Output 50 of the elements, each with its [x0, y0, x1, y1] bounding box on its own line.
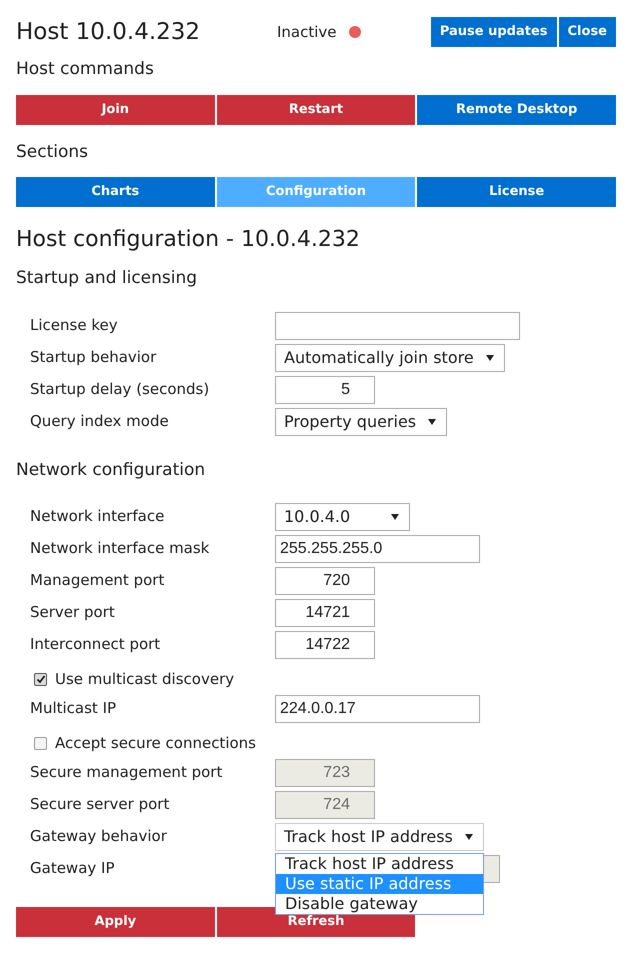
- dropdown-caret-icon: [391, 514, 399, 520]
- dropdown[interactable]: 10.0.4.0: [275, 503, 410, 531]
- field-label: Query index mode: [30, 410, 170, 432]
- field-label: Multicast IP: [30, 698, 118, 719]
- field-label: Interconnect port: [30, 634, 162, 655]
- field-label: Server port: [30, 602, 116, 623]
- field-label: License key: [30, 314, 119, 336]
- field-label: Gateway behavior: [30, 826, 168, 847]
- status-label: Inactive: [277, 22, 337, 43]
- checkbox-label: Accept secure connections: [55, 732, 256, 754]
- section-tab[interactable]: Charts: [16, 177, 215, 207]
- page-heading: Host configuration - 10.0.4.232: [16, 226, 361, 254]
- dropdown-caret-icon: [464, 834, 473, 840]
- action-button[interactable]: Apply: [16, 907, 215, 937]
- number-field[interactable]: 14721: [275, 599, 375, 627]
- number-field[interactable]: 14722: [275, 631, 375, 659]
- checkbox[interactable]: [34, 672, 47, 686]
- text-field[interactable]: [275, 312, 520, 340]
- checkbox[interactable]: [34, 736, 47, 750]
- number-field[interactable]: 5: [275, 376, 375, 404]
- group-heading: Startup and licensing: [16, 267, 198, 290]
- field-label: Secure management port: [30, 762, 224, 783]
- text-field[interactable]: 224.0.0.17: [275, 695, 480, 723]
- dropdown-caret-icon: [486, 354, 494, 360]
- field-label: Gateway IP: [30, 858, 116, 879]
- command-button[interactable]: Remote Desktop: [417, 94, 616, 124]
- header-button[interactable]: Close: [558, 17, 616, 47]
- field-label: Startup behavior: [30, 346, 158, 368]
- section-tab[interactable]: License: [417, 177, 616, 207]
- command-button[interactable]: Restart: [216, 94, 416, 124]
- field-label: Management port: [30, 570, 166, 591]
- command-button[interactable]: Join: [16, 94, 215, 124]
- dropdown[interactable]: Property queries: [275, 408, 448, 436]
- dropdown[interactable]: Automatically join store: [275, 344, 505, 372]
- dropdown[interactable]: Track host IP address: [275, 823, 484, 851]
- dropdown-option[interactable]: Track host IP address: [276, 854, 483, 874]
- page-title: Host 10.0.4.232: [16, 18, 202, 47]
- field-label: Secure server port: [30, 794, 170, 815]
- group-heading: Network configuration: [16, 458, 206, 482]
- number-field[interactable]: 720: [275, 567, 375, 595]
- dropdown-caret-icon: [428, 418, 436, 424]
- field-label: Startup delay (seconds): [30, 378, 210, 400]
- dropdown-option[interactable]: Use static IP address: [276, 874, 483, 894]
- checkbox-label: Use multicast discovery: [55, 668, 234, 690]
- text-field[interactable]: 255.255.255.0: [275, 535, 480, 563]
- header-button[interactable]: Pause updates: [430, 17, 557, 47]
- field-label: Network interface: [30, 506, 166, 527]
- section-heading: Host commands: [16, 58, 155, 81]
- section-heading: Sections: [16, 140, 90, 164]
- field-label: Network interface mask: [30, 538, 210, 559]
